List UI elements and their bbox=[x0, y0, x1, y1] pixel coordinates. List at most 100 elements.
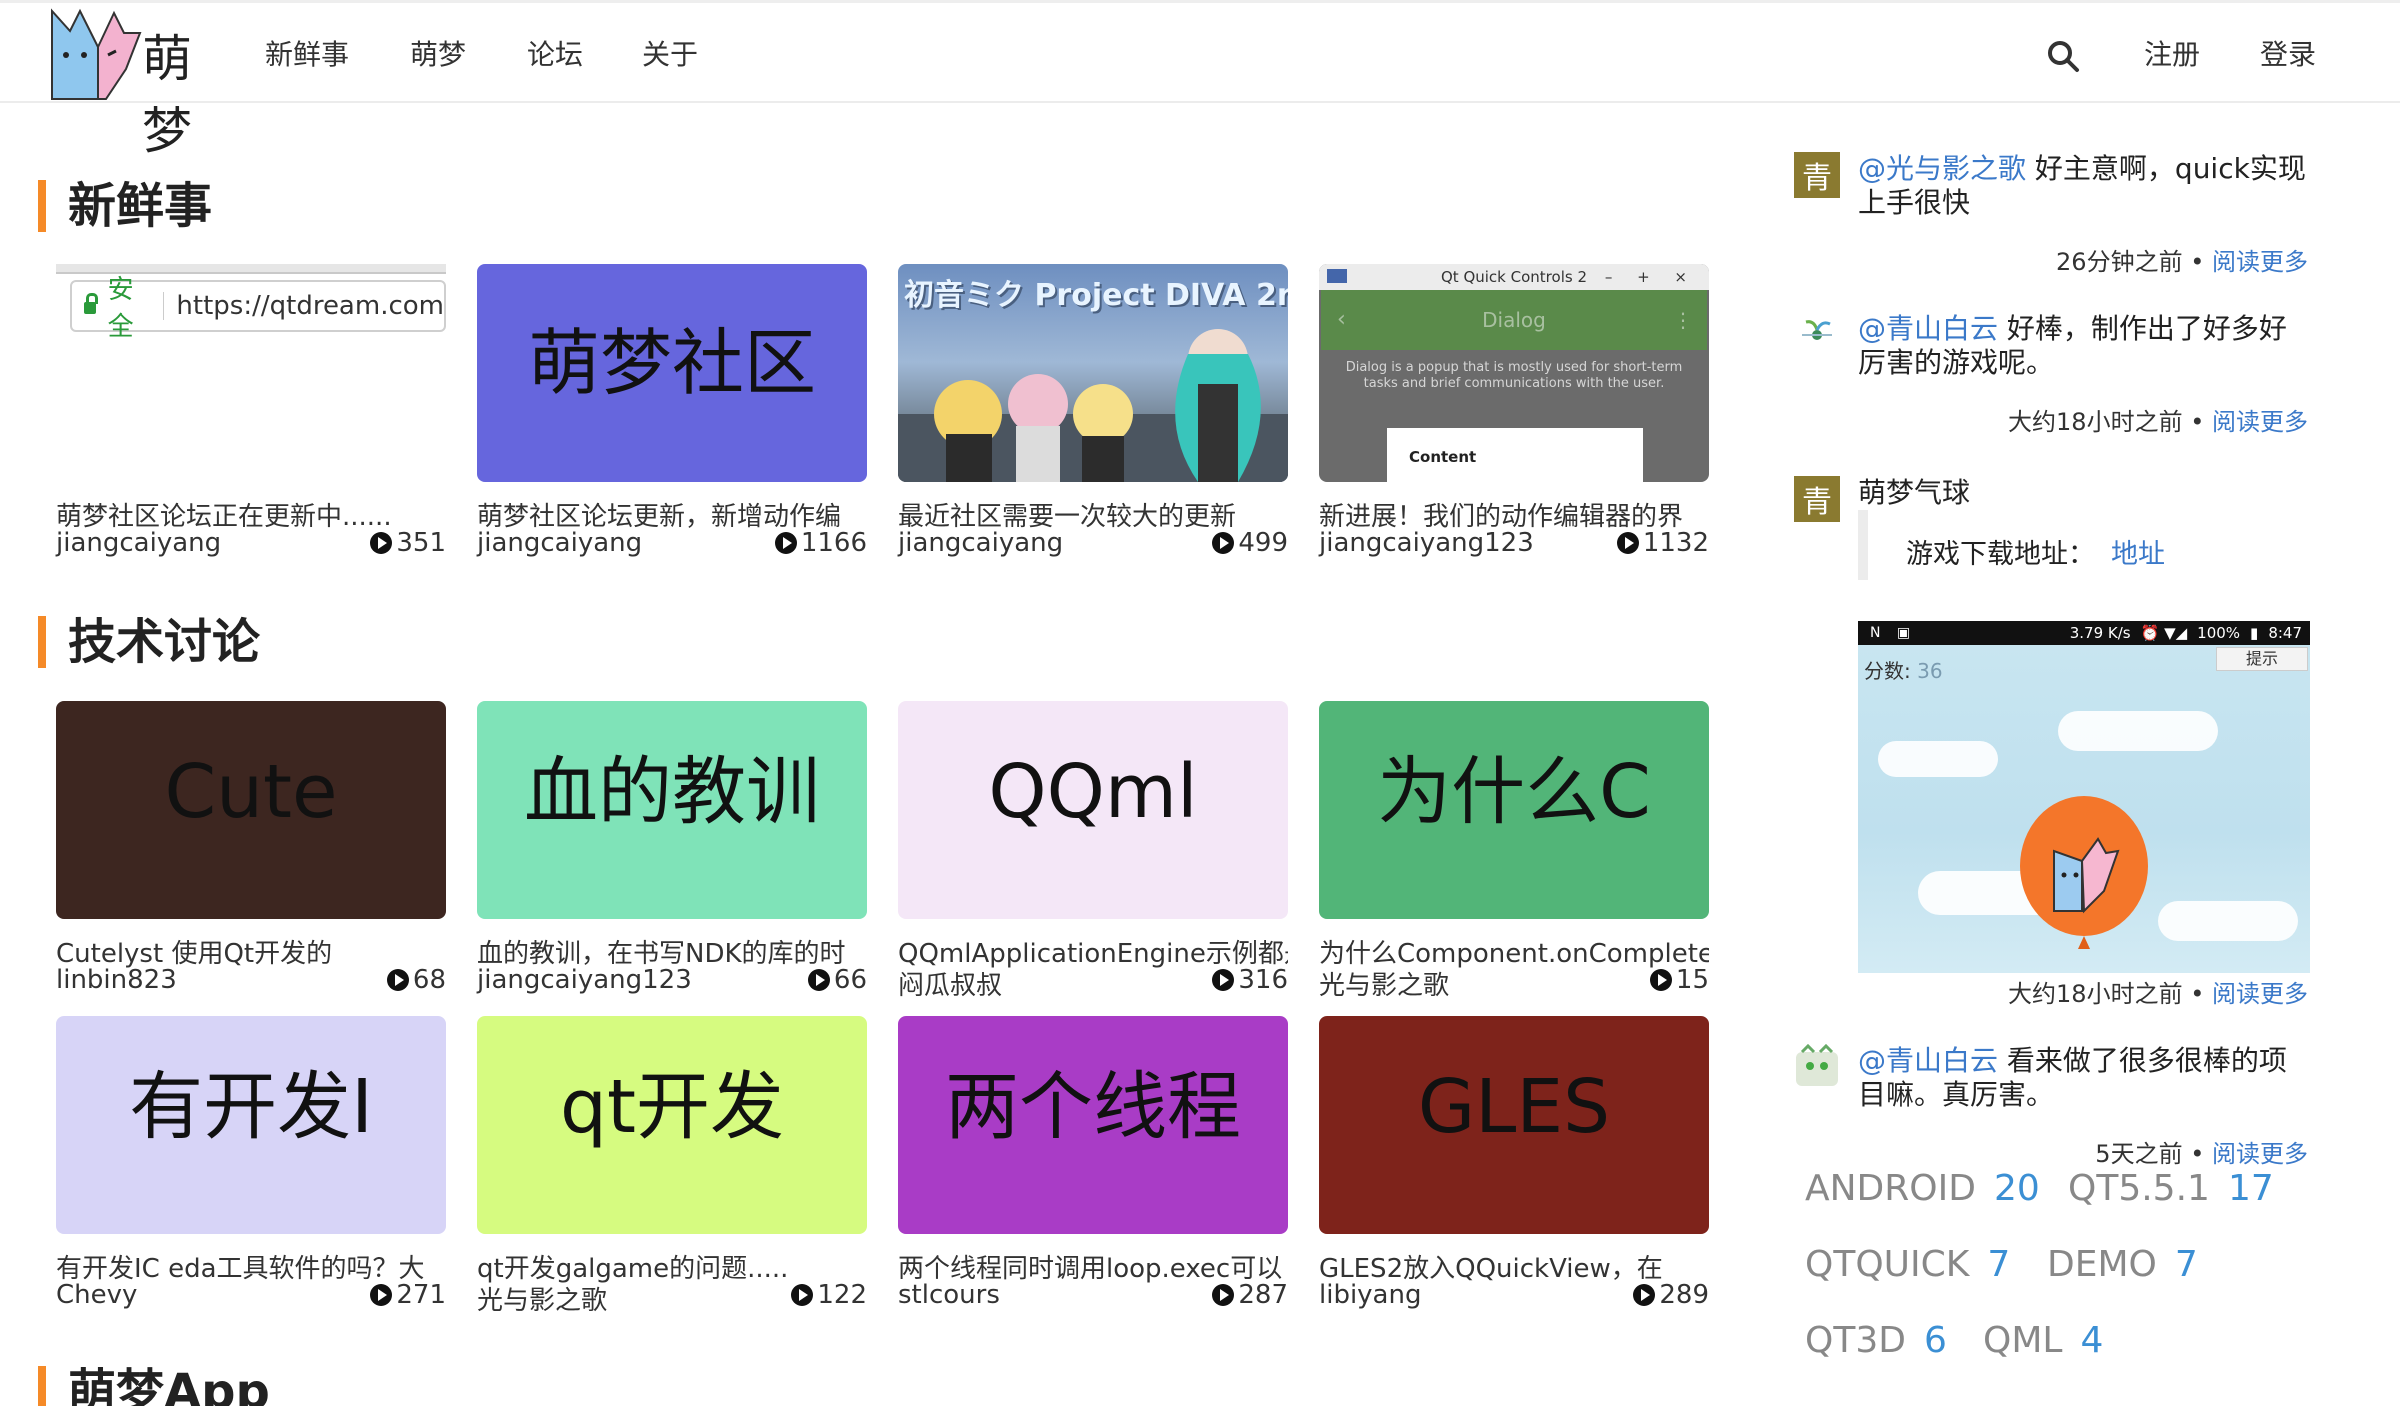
cartoon-avatar-icon[interactable] bbox=[1794, 1044, 1840, 1090]
feed-time: 26分钟之前 bbox=[2056, 248, 2183, 276]
score-value: 36 bbox=[1917, 659, 1943, 683]
card-thumbnail: qt开发 bbox=[477, 1016, 867, 1234]
tag-item[interactable]: QT5.5.1 17 bbox=[2068, 1168, 2274, 1209]
content-label: Content bbox=[1409, 448, 1477, 466]
mention-link[interactable]: @青山白云 bbox=[1858, 312, 1998, 345]
tech-card[interactable]: qt开发 qt开发galgame的问题..... 光与影之歌 122 bbox=[477, 1016, 867, 1346]
card-thumbnail: 萌梦社区 bbox=[477, 264, 867, 482]
login-link[interactable]: 登录 bbox=[2260, 33, 2316, 73]
site-logo[interactable]: 萌梦 bbox=[44, 3, 240, 160]
tech-card[interactable]: 血的教训 血的教训，在书写NDK的库的时 jiangcaiyang123 66 bbox=[477, 701, 867, 1031]
card-author[interactable]: Chevy bbox=[56, 1280, 137, 1310]
tag-item[interactable]: QTQUICK 7 bbox=[1805, 1244, 2010, 1285]
download-link[interactable]: 地址 bbox=[2111, 539, 2165, 570]
tag-count: 7 bbox=[1987, 1244, 2011, 1285]
card-author[interactable]: jiangcaiyang bbox=[477, 528, 642, 558]
tech-card[interactable]: QQml QQmlApplicationEngine示例都是 闷瓜叔叔 316 bbox=[898, 701, 1288, 1031]
nav-forum[interactable]: 论坛 bbox=[527, 33, 583, 73]
nav-mengmeng[interactable]: 萌梦 bbox=[410, 33, 466, 73]
tag-item[interactable]: DEMO 7 bbox=[2047, 1244, 2198, 1285]
card-author[interactable]: jiangcaiyang bbox=[56, 528, 221, 558]
tag-name: DEMO bbox=[2047, 1244, 2157, 1285]
cloud-shape bbox=[2058, 711, 2218, 751]
search-icon[interactable] bbox=[2046, 39, 2080, 73]
play-icon bbox=[791, 1284, 814, 1306]
tech-card[interactable]: 有开发I 有开发IC eda工具软件的吗？大 Chevy 271 bbox=[56, 1016, 446, 1346]
score-label: 分数: bbox=[1864, 659, 1911, 683]
card-author[interactable]: 闷瓜叔叔 bbox=[898, 965, 1002, 1002]
view-count: 122 bbox=[791, 1280, 867, 1310]
view-count-value: 316 bbox=[1238, 965, 1288, 995]
register-link[interactable]: 注册 bbox=[2144, 33, 2200, 73]
card-author[interactable]: jiangcaiyang123 bbox=[477, 965, 692, 995]
tech-card[interactable]: 为什么C 为什么Component.onCompleted 光与影之歌 15 bbox=[1319, 701, 1709, 1031]
card-author[interactable]: jiangcaiyang123 bbox=[1319, 528, 1534, 558]
view-count: 287 bbox=[1212, 1280, 1288, 1310]
section-title-news: 新鲜事 bbox=[38, 180, 212, 232]
news-card[interactable]: Qt Quick Controls 2 – + × ‹ Dialog ⋮ Dia… bbox=[1319, 264, 1709, 594]
thumbnail-text: 萌梦社区 bbox=[527, 321, 816, 405]
feed-time: 5天之前 bbox=[2095, 1140, 2183, 1168]
dialog-title: Dialog bbox=[1482, 308, 1546, 332]
news-card[interactable]: 萌梦社区 萌梦社区论坛更新，新增动作编 jiangcaiyang 1166 bbox=[477, 264, 867, 594]
mention-link[interactable]: @青山白云 bbox=[1858, 1044, 1998, 1077]
news-card[interactable]: 安全 https://qtdream.com 萌梦社区论坛正在更新中......… bbox=[56, 264, 446, 594]
feed-text: @青山白云 看来做了很多很棒的项目嘛。真厉害。 bbox=[1858, 1044, 2308, 1112]
tag-item[interactable]: QML 4 bbox=[1983, 1320, 2103, 1361]
tech-card[interactable]: Cute Cutelyst 使用Qt开发的 linbin823 68 bbox=[56, 701, 446, 1031]
card-thumbnail: Qt Quick Controls 2 – + × ‹ Dialog ⋮ Dia… bbox=[1319, 264, 1709, 482]
read-more-link[interactable]: 阅读更多 bbox=[2212, 408, 2308, 436]
more-vert-icon: ⋮ bbox=[1673, 308, 1693, 332]
window-title: Qt Quick Controls 2 bbox=[1441, 268, 1587, 286]
card-author[interactable]: 光与影之歌 bbox=[477, 1280, 607, 1317]
quote-block: 游戏下载地址： 地址 bbox=[1858, 510, 2278, 580]
play-icon bbox=[1649, 969, 1672, 991]
read-more-link[interactable]: 阅读更多 bbox=[2212, 248, 2308, 276]
card-author[interactable]: linbin823 bbox=[56, 965, 177, 995]
card-author[interactable]: jiangcaiyang bbox=[898, 528, 1063, 558]
app-icon bbox=[1327, 269, 1347, 283]
signal-icons: ⏰ ▼◢ bbox=[2140, 624, 2188, 642]
tag-name: QT5.5.1 bbox=[2068, 1168, 2210, 1209]
play-icon bbox=[1616, 532, 1639, 554]
card-thumbnail: 两个线程 bbox=[898, 1016, 1288, 1234]
read-more-link[interactable]: 阅读更多 bbox=[2212, 1140, 2308, 1168]
nav-about[interactable]: 关于 bbox=[642, 33, 698, 73]
thumbnail-text: 有开发I bbox=[129, 1064, 373, 1150]
section-title-tech: 技术讨论 bbox=[38, 616, 260, 668]
feed-item: 青 @光与影之歌 好主意啊，quick实现上手很快 26分钟之前 • 阅读更多 bbox=[1794, 152, 2314, 276]
card-author[interactable]: stlcours bbox=[898, 1280, 1000, 1310]
phone-status-bar: N ▣ 3.79 K/s ⏰ ▼◢ 100% ▮ 8:47 bbox=[1858, 621, 2310, 645]
browser-address-bar: 安全 https://qtdream.com bbox=[70, 275, 446, 342]
nav-news[interactable]: 新鲜事 bbox=[265, 33, 349, 73]
phone-time: 8:47 bbox=[2268, 624, 2302, 642]
tech-card[interactable]: GLES GLES2放入QQuickView，在 libiyang 289 bbox=[1319, 1016, 1709, 1346]
hint-button[interactable]: 提示 bbox=[2216, 647, 2308, 671]
cloud-shape bbox=[1878, 741, 1998, 777]
card-thumbnail: 初音ミク Project DIVA 2nd bbox=[898, 264, 1288, 482]
read-more-link[interactable]: 阅读更多 bbox=[2212, 980, 2308, 1008]
view-count-value: 351 bbox=[396, 528, 446, 558]
mention-link[interactable]: @光与影之歌 bbox=[1858, 152, 2026, 185]
feed-username[interactable]: 萌梦气球 bbox=[1858, 476, 2308, 510]
game-screenshot[interactable]: N ▣ 3.79 K/s ⏰ ▼◢ 100% ▮ 8:47 分数: 36 提示 bbox=[1858, 621, 2310, 973]
card-thumbnail: Cute bbox=[56, 701, 446, 919]
dialog-toolbar: ‹ Dialog ⋮ bbox=[1321, 290, 1707, 350]
tag-item[interactable]: QT3D 6 bbox=[1805, 1320, 1947, 1361]
play-icon bbox=[1212, 532, 1235, 554]
quote-label: 游戏下载地址： bbox=[1906, 539, 2095, 570]
card-author[interactable]: libiyang bbox=[1319, 1280, 1421, 1310]
tag-item[interactable]: ANDROID 20 bbox=[1805, 1168, 2040, 1209]
play-icon bbox=[370, 1284, 393, 1306]
tech-card[interactable]: 两个线程 两个线程同时调用loop.exec可以 stlcours 287 bbox=[898, 1016, 1288, 1346]
user-avatar[interactable]: 青 bbox=[1794, 152, 1840, 198]
user-avatar[interactable]: 青 bbox=[1794, 476, 1840, 522]
sprout-avatar-icon[interactable] bbox=[1794, 312, 1840, 358]
news-card[interactable]: 初音ミク Project DIVA 2nd 最近社区需要一次较大的更新 jian… bbox=[898, 264, 1288, 594]
view-count: 271 bbox=[370, 1280, 446, 1310]
tag-count: 7 bbox=[2174, 1244, 2198, 1285]
divider bbox=[162, 292, 165, 320]
view-count-value: 122 bbox=[817, 1280, 867, 1310]
feed-item: @青山白云 好棒，制作出了好多好厉害的游戏呢。 大约18小时之前 • 阅读更多 bbox=[1794, 312, 2314, 436]
card-author[interactable]: 光与影之歌 bbox=[1319, 965, 1449, 1002]
